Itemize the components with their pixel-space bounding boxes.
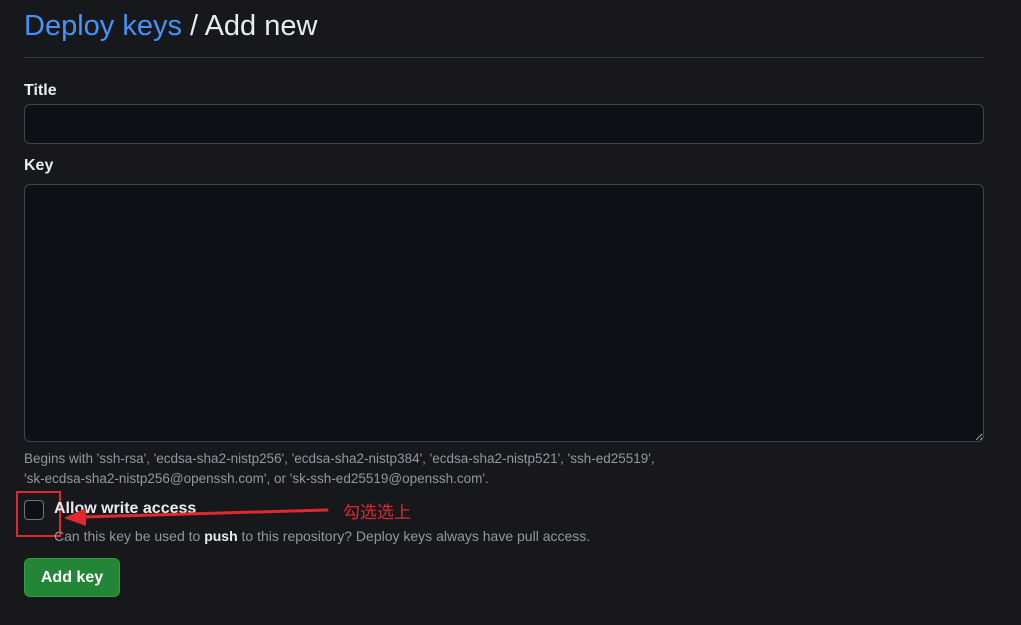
key-hint-line-2: 'sk-ecdsa-sha2-nistp256@openssh.com', or…	[24, 471, 489, 486]
add-key-button[interactable]: Add key	[24, 558, 120, 597]
allow-write-access-description: Can this key be used to push to this rep…	[54, 528, 590, 544]
key-format-hint: Begins with 'ssh-rsa', 'ecdsa-sha2-nistp…	[24, 449, 984, 489]
page-title: Deploy keys / Add new	[24, 8, 984, 58]
breadcrumb-deploy-keys-link[interactable]: Deploy keys	[24, 10, 182, 42]
breadcrumb-separator: /	[190, 10, 199, 42]
desc-before: Can this key be used to	[54, 528, 205, 544]
title-label: Title	[24, 82, 57, 99]
title-input[interactable]	[24, 104, 984, 144]
deploy-key-form-page: Deploy keys / Add new Title Key Begins w…	[0, 0, 1021, 625]
key-textarea[interactable]	[24, 184, 984, 442]
allow-write-access-label[interactable]: Allow write access	[54, 500, 196, 518]
desc-bold-push: push	[204, 528, 238, 544]
annotation-text: 勾选选上	[343, 503, 411, 523]
key-label: Key	[24, 157, 54, 174]
key-hint-line-1: Begins with 'ssh-rsa', 'ecdsa-sha2-nistp…	[24, 451, 655, 466]
breadcrumb-current: Add new	[204, 10, 318, 42]
desc-after: to this repository? Deploy keys always h…	[237, 528, 591, 544]
